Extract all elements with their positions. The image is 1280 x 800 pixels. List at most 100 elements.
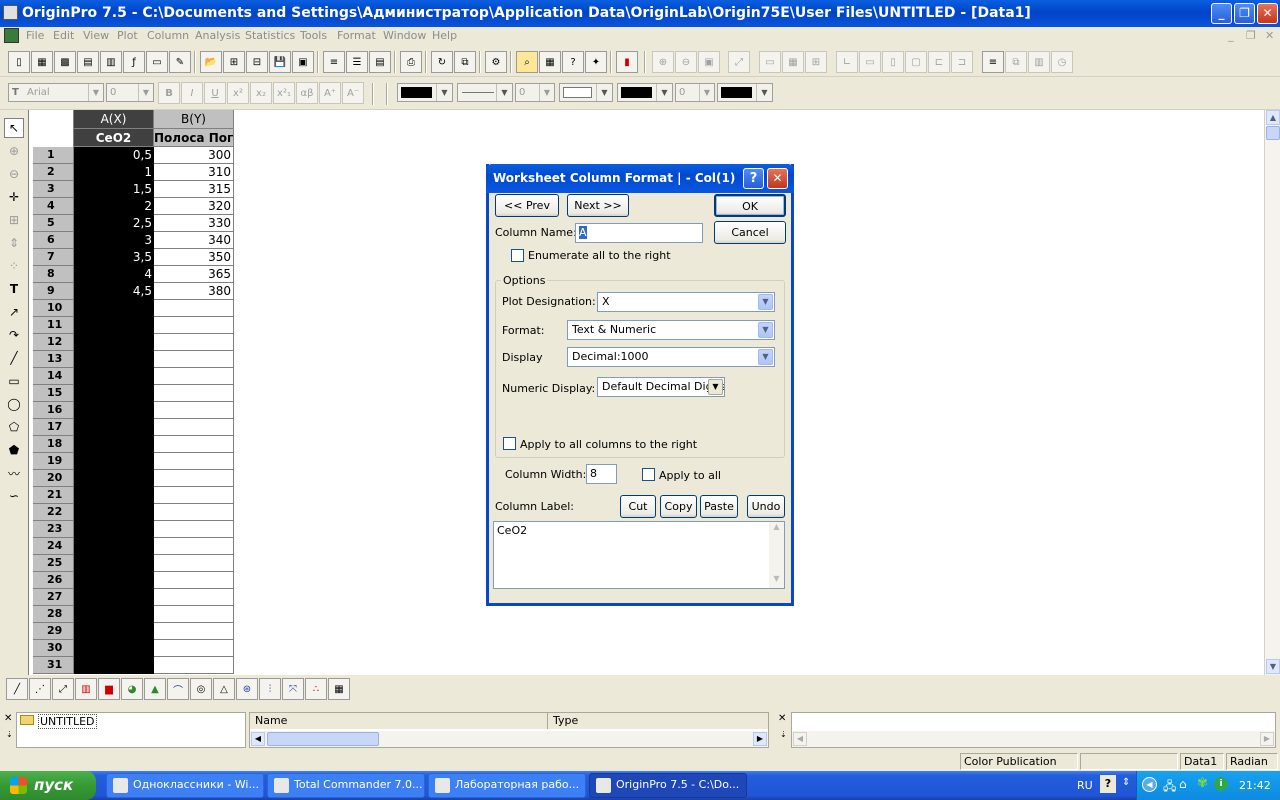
bold-button[interactable]: B xyxy=(158,82,180,104)
code-builder-icon[interactable]: ? xyxy=(562,51,584,73)
cell-b[interactable] xyxy=(154,589,234,606)
bar-plot-icon[interactable]: ▆ xyxy=(98,678,120,700)
cell-b[interactable]: 380 xyxy=(154,283,234,300)
scroll-left-icon[interactable]: ◀ xyxy=(793,732,807,746)
clock[interactable]: 21:42 xyxy=(1239,779,1271,792)
cell-b[interactable] xyxy=(154,555,234,572)
task-originpro[interactable]: OriginPro 7.5 - C:\Do... xyxy=(589,773,747,798)
menu-plot[interactable]: Plot xyxy=(117,29,138,42)
cell-a[interactable] xyxy=(74,521,154,538)
cell-a[interactable] xyxy=(74,623,154,640)
start-button[interactable]: пуск xyxy=(0,771,96,800)
open-icon[interactable]: 📂 xyxy=(200,51,222,73)
border-color-select[interactable]: ▼ xyxy=(717,83,773,102)
pattern-color-select[interactable]: ▼ xyxy=(617,83,673,102)
region-tool-icon[interactable]: ⬟ xyxy=(4,440,24,460)
format-select[interactable]: Text & Numeric ▼ xyxy=(567,320,775,340)
row-header[interactable]: 25 xyxy=(33,555,74,572)
font-select[interactable]: T Arial ▼ xyxy=(8,83,104,102)
custom-routine-icon[interactable]: ✦ xyxy=(585,51,607,73)
row-header[interactable]: 15 xyxy=(33,385,74,402)
scroll-left-icon[interactable]: ◀ xyxy=(251,732,265,746)
results-log[interactable]: ◀ ▶ xyxy=(791,712,1276,748)
cell-a[interactable] xyxy=(74,504,154,521)
cell-b[interactable] xyxy=(154,351,234,368)
scroll-right-icon[interactable]: ▶ xyxy=(1260,732,1274,746)
smith-chart-icon[interactable]: ⊛ xyxy=(236,678,258,700)
cell-b[interactable] xyxy=(154,623,234,640)
cell-b[interactable] xyxy=(154,538,234,555)
task-word-document[interactable]: Лабораторная рабо... xyxy=(428,773,586,798)
plot-designation-select[interactable]: X ▼ xyxy=(597,292,775,312)
fill-color-select[interactable]: ▼ xyxy=(559,83,613,102)
row-header[interactable]: 2 xyxy=(33,164,74,181)
print-icon[interactable]: ⎙ xyxy=(400,51,422,73)
cell-a[interactable] xyxy=(74,368,154,385)
row-header[interactable]: 30 xyxy=(33,640,74,657)
cell-b[interactable] xyxy=(154,317,234,334)
language-indicator[interactable]: RU xyxy=(1077,779,1093,792)
cell-b[interactable] xyxy=(154,334,234,351)
new-worksheet-icon[interactable]: ▦ xyxy=(31,51,53,73)
cell-b[interactable] xyxy=(154,606,234,623)
project-explorer-icon[interactable]: ⚙ xyxy=(485,51,507,73)
enumerate-checkbox[interactable] xyxy=(511,249,524,262)
cell-b[interactable] xyxy=(154,640,234,657)
supersub-button[interactable]: x²₁ xyxy=(273,82,295,104)
new-layout-icon[interactable]: ▭ xyxy=(146,51,168,73)
pointer-icon[interactable]: ↖ xyxy=(4,118,24,138)
row-header[interactable]: 11 xyxy=(33,317,74,334)
cell-a[interactable]: 4 xyxy=(74,266,154,283)
polyline-tool-icon[interactable]: 〰 xyxy=(4,463,24,483)
column-header-b[interactable]: B(Y) xyxy=(154,110,234,129)
undo-button[interactable]: Undo xyxy=(747,495,785,518)
line-plot-icon[interactable]: ╱ xyxy=(6,678,28,700)
zoom-in-tool-icon[interactable]: ⊕ xyxy=(4,141,24,161)
dialog-close-button[interactable]: ✕ xyxy=(767,168,788,189)
row-header[interactable]: 3 xyxy=(33,181,74,198)
high-low-icon[interactable]: ⫶ xyxy=(259,678,281,700)
cell-b[interactable]: 340 xyxy=(154,232,234,249)
script-window-icon[interactable]: ▦ xyxy=(539,51,561,73)
merge-icon[interactable]: ⧉ xyxy=(1005,51,1027,73)
subscript-button[interactable]: x₂ xyxy=(250,82,272,104)
cell-b[interactable] xyxy=(154,419,234,436)
help-button[interactable]: ? xyxy=(743,168,764,189)
cell-a[interactable] xyxy=(74,385,154,402)
cell-b[interactable]: 320 xyxy=(154,198,234,215)
axis3-icon[interactable]: ▯ xyxy=(882,51,904,73)
next-button[interactable]: Next >> xyxy=(567,194,629,217)
mdi-restore-icon[interactable]: ❐ xyxy=(1246,29,1256,42)
text-tool-icon[interactable]: T xyxy=(4,279,24,299)
column-header-a[interactable]: A(X) xyxy=(74,110,154,129)
task-odnoklassniki[interactable]: Одноклассники - Wi... xyxy=(106,773,264,798)
cell-b[interactable]: 300 xyxy=(154,147,234,164)
draw-data-icon[interactable]: ⁘ xyxy=(4,256,24,276)
results-close-icon[interactable]: ✕ xyxy=(778,713,786,724)
apply-all-checkbox[interactable] xyxy=(642,468,655,481)
pattern-width-select[interactable]: 0 ▼ xyxy=(675,83,715,102)
cell-b[interactable]: 315 xyxy=(154,181,234,198)
row-header[interactable]: 20 xyxy=(33,470,74,487)
scroll-thumb[interactable] xyxy=(267,732,379,746)
vertical-scrollbar[interactable]: ▲ ▼ xyxy=(1264,110,1280,675)
row-header[interactable]: 14 xyxy=(33,368,74,385)
zoom-out-icon[interactable]: ⊖ xyxy=(675,51,697,73)
horizontal-scrollbar[interactable]: ◀ ▶ xyxy=(250,731,768,747)
row-header[interactable]: 23 xyxy=(33,521,74,538)
scroll-thumb[interactable] xyxy=(1266,126,1280,140)
row-header[interactable]: 9 xyxy=(33,283,74,300)
scroll-up-icon[interactable]: ▲ xyxy=(1266,110,1280,125)
language-bar-icon[interactable]: ⇕ xyxy=(1122,777,1130,788)
new-excel-icon[interactable]: ▩ xyxy=(54,51,76,73)
menu-view[interactable]: View xyxy=(83,29,109,42)
cell-b[interactable]: 365 xyxy=(154,266,234,283)
row-header[interactable]: 31 xyxy=(33,657,74,674)
row-header[interactable]: 16 xyxy=(33,402,74,419)
new-notes-icon[interactable]: ✎ xyxy=(169,51,191,73)
scroll-right-icon[interactable]: ▶ xyxy=(753,732,767,746)
scroll-up-icon[interactable]: ▲ xyxy=(769,522,784,536)
freehand-tool-icon[interactable]: ∽ xyxy=(4,486,24,506)
line-symbol-plot-icon[interactable]: ⤢ xyxy=(52,678,74,700)
prev-button[interactable]: << Prev xyxy=(495,194,559,217)
